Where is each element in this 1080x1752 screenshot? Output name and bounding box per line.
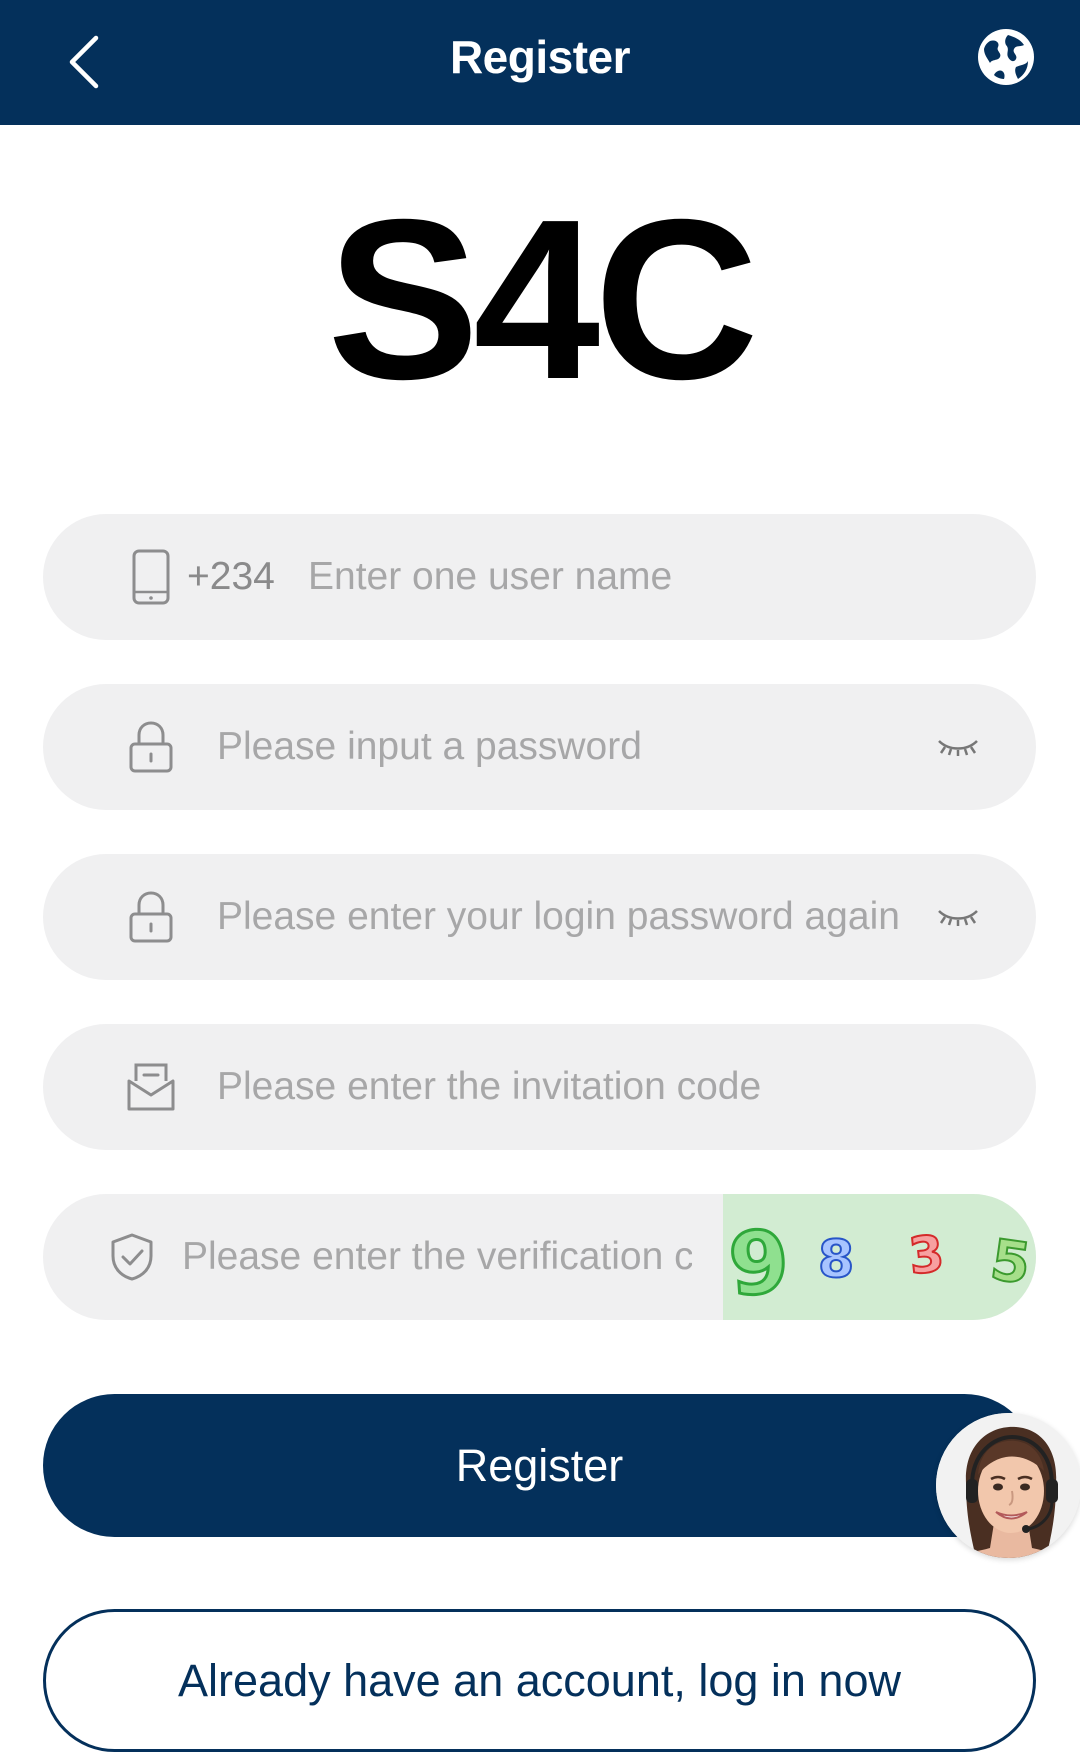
captcha-char: 9 [724, 1211, 794, 1318]
invitation-code-input[interactable] [217, 1024, 937, 1150]
language-button[interactable] [966, 22, 1046, 92]
confirm-password-input[interactable] [217, 854, 907, 980]
register-button[interactable]: Register [43, 1394, 1036, 1537]
captcha-char: 5 [986, 1227, 1036, 1299]
invitation-code-field[interactable] [43, 1024, 1036, 1150]
eye-closed-icon[interactable] [936, 725, 980, 769]
password-field[interactable] [43, 684, 1036, 810]
password-input[interactable] [217, 684, 897, 810]
verification-field[interactable]: 9 8 3 5 [43, 1194, 1036, 1320]
username-field[interactable]: +234 [43, 514, 1036, 640]
captcha-char: 3 [905, 1223, 948, 1286]
login-link-button[interactable]: Already have an account, log in now [43, 1609, 1036, 1752]
brand-logo: S4C [327, 173, 759, 427]
page-title: Register [449, 31, 631, 83]
envelope-icon [119, 1055, 183, 1119]
confirm-password-field[interactable] [43, 854, 1036, 980]
shield-check-icon [100, 1225, 164, 1289]
customer-service-avatar[interactable] [936, 1413, 1080, 1558]
lock-icon [119, 715, 183, 779]
verification-code-input[interactable] [182, 1194, 692, 1320]
username-input[interactable] [308, 514, 958, 640]
globe-icon [978, 29, 1034, 85]
lock-icon [119, 885, 183, 949]
phone-icon [119, 545, 183, 609]
header-bar: Register [0, 0, 1080, 125]
captcha-char: 8 [817, 1229, 855, 1291]
captcha-image[interactable]: 9 8 3 5 [723, 1194, 1036, 1320]
eye-closed-icon[interactable] [936, 895, 980, 939]
country-code-prefix[interactable]: +234 [187, 514, 275, 640]
